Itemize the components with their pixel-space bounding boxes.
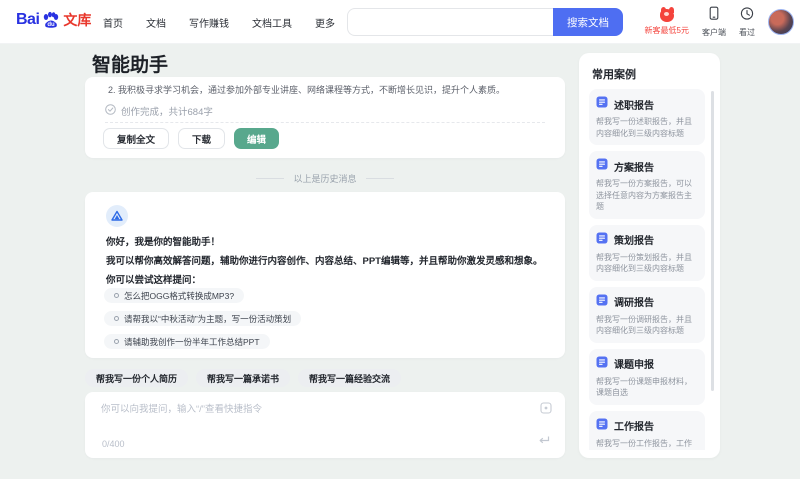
assistant-message-card: 你好，我是你的智能助手！ 我可以帮你高效解答问题，辅助你进行内容创作、内容总结、… [85,192,565,358]
new-user-promo[interactable]: 新客最低5元 [644,7,689,36]
nav-item-docs[interactable]: 文档 [146,15,166,30]
doc-icon [596,293,608,311]
assistant-greeting: 你好，我是你的智能助手！ [106,237,221,248]
assistant-hint: 你可以尝试这样提问： [106,275,202,286]
copy-all-button[interactable]: 复制全文 [103,128,170,149]
promo-label: 新客最低5元 [644,26,689,35]
phone-icon [707,6,721,26]
nav-item-more[interactable]: 更多 [315,15,335,30]
result-action-buttons: 复制全文 下载 编辑 [103,128,280,149]
case-title: 策划报告 [614,236,654,247]
doc-icon [596,95,608,113]
doc-icon [596,157,608,175]
example-question-ogg-mp3[interactable]: 怎么把OGG格式转换成MP3? [104,288,245,303]
svg-text:du: du [48,22,56,28]
nav-item-tools[interactable]: 文档工具 [252,15,292,30]
client-app-tool[interactable]: 客户端 [702,6,726,38]
history-messages-divider: 以上是历史消息 [85,172,565,185]
assistant-avatar-icon [106,205,128,227]
enter-send-icon[interactable] [538,432,550,450]
example-question-label: 请帮我以“中秋活动”为主题，写一份活动策划 [124,313,292,324]
baidu-wenku-logo[interactable]: Bai du 文库 [16,10,91,30]
divider-line-left [256,178,285,179]
case-list-scrollbar[interactable] [711,91,714,391]
doc-icon [596,355,608,373]
baidu-paw-icon: du [41,10,61,30]
example-question-list: 怎么把OGG格式转换成MP3? 请帮我以“中秋活动”为主题，写一份活动策划 请辅… [104,288,302,349]
doc-icon [596,231,608,249]
nav-item-home[interactable]: 首页 [103,15,123,30]
dashed-divider [105,122,545,123]
case-desc: 帮我写一份策划报告，并且内容细化到三级内容标题 [596,252,692,274]
quick-suggestion-row: 帮我写一份个人简历 帮我写一篇承诺书 帮我写一篇经验交流 [85,369,402,387]
example-question-label: 请辅助我创作一份半年工作总结PPT [124,336,260,347]
sidebar-title: 常用案例 [592,69,636,81]
chip-bullet-icon [114,293,119,298]
generated-text-preview: 2. 我积极寻求学习机会，通过参加外部专业讲座、网络课程等方式，不断增长见识，提… [108,85,506,95]
suggestion-commitment[interactable]: 帮我写一篇承诺书 [196,369,291,387]
case-card-keti[interactable]: 课题申报 帮我写一份课题申报材料，课题自选 [589,348,705,405]
navbar-right-tools: 新客最低5元 客户端 看过 [645,3,794,41]
case-card-shuzhi[interactable]: 述职报告 帮我写一份述职报告，并且内容细化到三级内容标题 [589,89,705,145]
example-question-label: 怎么把OGG格式转换成MP3? [124,290,235,301]
clock-icon [740,6,754,26]
seen-label: 看过 [739,28,755,37]
divider-line-right [365,178,394,179]
case-card-gongzuo[interactable]: 工作报告 帮我写一份工作报告，工作类型随机 [589,410,705,450]
case-card-cehua[interactable]: 策划报告 帮我写一份策划报告，并且内容细化到三级内容标题 [589,224,705,281]
case-desc: 帮我写一份工作报告，工作类型随机 [596,438,692,448]
case-title: 调研报告 [614,298,654,309]
generated-result-card: 2. 我积极寻求学习机会，通过参加外部专业讲座、网络课程等方式，不断增长见识，提… [85,77,565,158]
download-button[interactable]: 下载 [178,128,226,149]
page-title: 智能助手 [92,55,169,76]
case-title: 述职报告 [614,100,654,112]
char-counter: 0/400 [102,439,125,449]
nav-item-earn[interactable]: 写作赚钱 [189,15,229,30]
prompt-input[interactable] [101,401,501,431]
assistant-intro: 我可以帮你高效解答问题，辅助你进行内容创作、内容总结、PPT编辑等，并且帮助你激… [106,256,543,267]
search-input[interactable] [347,8,553,36]
logo-wenku-text: 文库 [63,12,92,28]
user-avatar[interactable] [768,9,794,35]
composer-card: 0/400 [85,392,565,458]
chip-bullet-icon [114,316,119,321]
case-desc: 帮我写一份课题申报材料，课题自选 [596,376,692,398]
search-docs-button[interactable]: 搜索文档 [553,8,623,36]
client-label: 客户端 [702,28,726,37]
promo-mascot-icon [657,7,677,24]
case-title: 工作报告 [614,422,654,433]
edit-button[interactable]: 编辑 [234,128,280,149]
example-question-ppt[interactable]: 请辅助我创作一份半年工作总结PPT [104,334,270,349]
suggestion-resume[interactable]: 帮我写一份个人简历 [85,369,189,387]
case-desc: 帮我写一份调研报告，并且内容细化到三级内容标题 [596,314,692,336]
main-nav: 首页 文档 写作赚钱 文档工具 更多 [103,0,335,44]
case-desc: 帮我写一份方案报告，可以选择任意内容为方案报告主题 [596,179,692,211]
history-divider-text: 以上是历史消息 [293,174,357,184]
search-box: 搜索文档 [347,8,623,36]
case-card-fangan[interactable]: 方案报告 帮我写一份方案报告，可以选择任意内容为方案报告主题 [589,151,705,219]
case-list: 述职报告 帮我写一份述职报告，并且内容细化到三级内容标题 方案报告 帮我写一份方… [589,89,705,450]
case-title: 方案报告 [614,162,654,174]
top-navbar: Bai du 文库 首页 文档 写作赚钱 文档工具 更多 搜索文档 新客最低5元… [0,0,800,44]
check-circle-icon [105,104,116,118]
composer-panel-icon[interactable] [540,401,552,419]
case-card-diaoyan[interactable]: 调研报告 帮我写一份调研报告，并且内容细化到三级内容标题 [589,286,705,343]
common-cases-sidebar: 常用案例 述职报告 帮我写一份述职报告，并且内容细化到三级内容标题 方案报告 帮… [579,53,720,458]
example-question-midautumn[interactable]: 请帮我以“中秋活动”为主题，写一份活动策划 [104,311,302,326]
suggestion-experience[interactable]: 帮我写一篇经验交流 [298,369,402,387]
case-title: 课题申报 [614,360,654,371]
creation-status: 创作完成，共计684字 [105,104,213,118]
case-desc: 帮我写一份述职报告，并且内容细化到三级内容标题 [596,117,692,138]
history-seen-tool[interactable]: 看过 [739,6,755,38]
creation-status-text: 创作完成，共计684字 [121,107,213,118]
chip-bullet-icon [114,339,119,344]
doc-icon [596,417,608,435]
logo-bai-text: Bai [16,11,40,28]
